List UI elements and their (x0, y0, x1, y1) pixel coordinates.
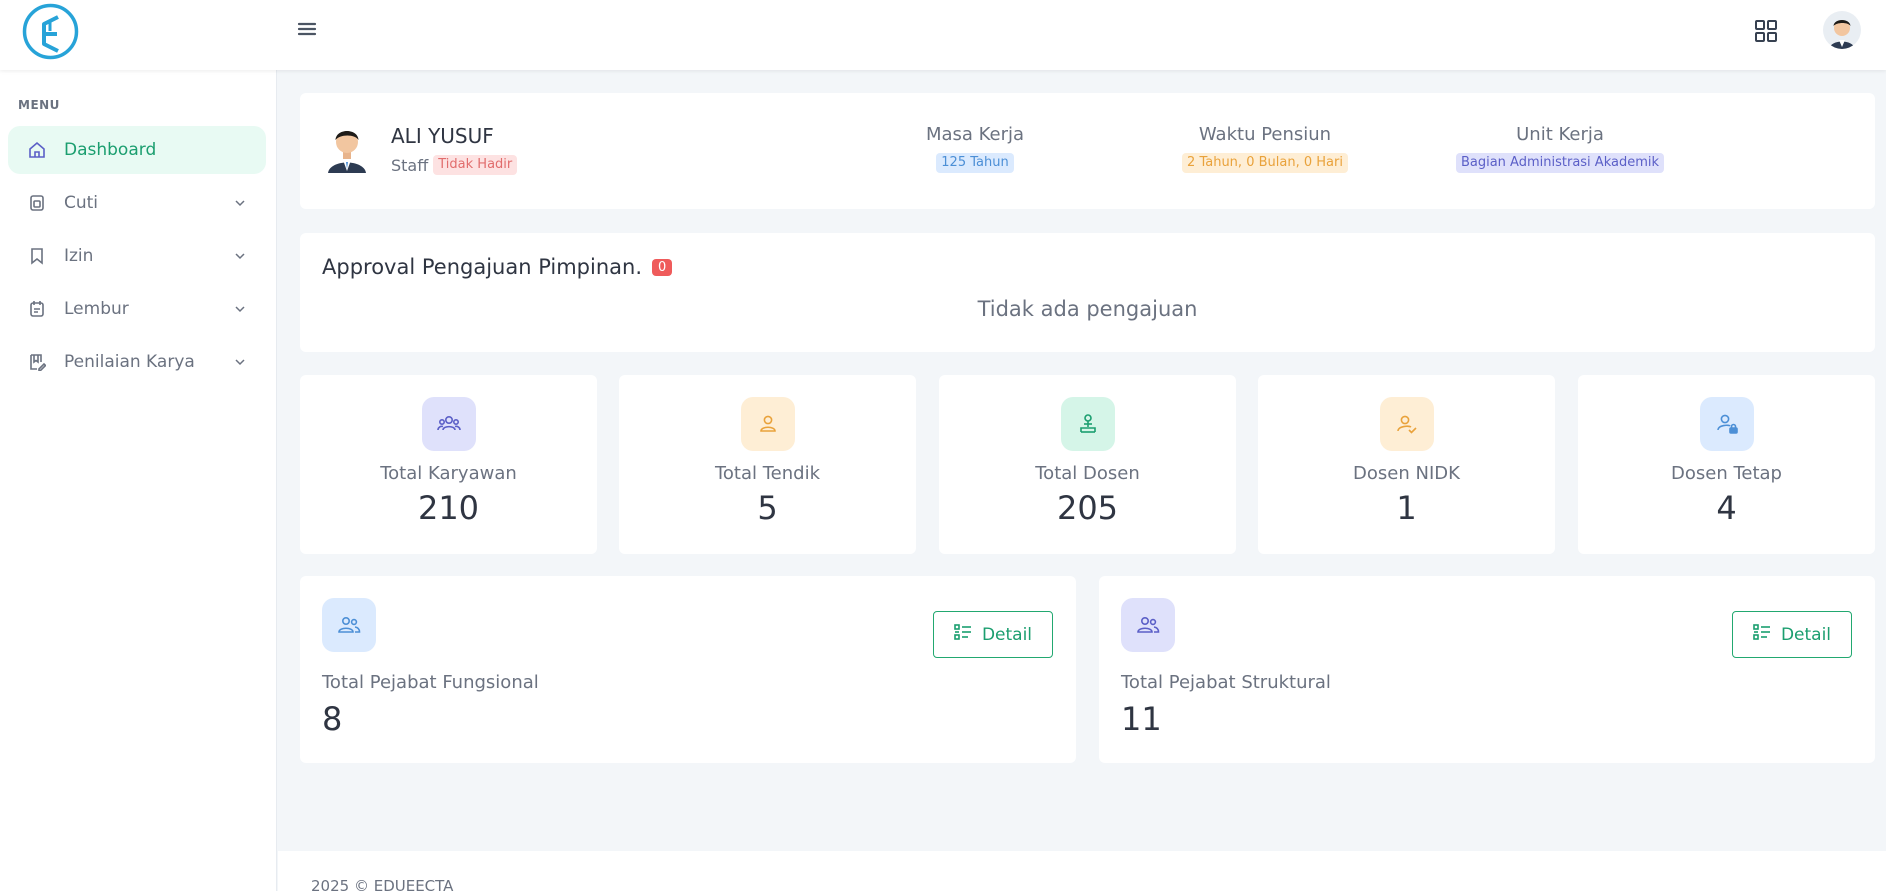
stat-value: 1 (1396, 489, 1417, 527)
approval-empty-text: Tidak ada pengajuan (977, 297, 1198, 321)
detail-button[interactable]: Detail (933, 611, 1053, 658)
grid-icon[interactable] (1753, 18, 1779, 44)
edueecta-logo-icon[interactable] (22, 3, 79, 60)
users-icon (322, 598, 376, 652)
user-avatar[interactable] (1823, 11, 1861, 49)
profile-role-row: Staff Tidak Hadir (391, 155, 518, 175)
stat-label: Dosen NIDK (1353, 463, 1460, 484)
chevron-down-icon (234, 356, 246, 368)
calendar-icon (28, 194, 46, 212)
teacher-icon (1060, 397, 1115, 451)
topbar (0, 0, 1886, 70)
book-edit-icon (28, 353, 46, 371)
footer-bar (278, 851, 1886, 891)
pejabat-value: 11 (1121, 700, 1162, 738)
profile-name: ALI YUSUF (391, 124, 494, 148)
unit-kerja: Unit Kerja Bagian Administrasi Akademik (1420, 124, 1700, 173)
pejabat-value: 8 (322, 700, 343, 738)
stat-value: 5 (757, 489, 778, 527)
user-icon (740, 397, 795, 451)
sidebar-item-cuti[interactable]: Cuti (8, 179, 266, 227)
sidebar-item-label: Penilaian Karya (64, 352, 195, 372)
stat-card-dosen-nidk: Dosen NIDK 1 (1258, 375, 1555, 554)
sidebar-item-dashboard[interactable]: Dashboard (8, 126, 266, 174)
sidebar-item-izin[interactable]: Izin (8, 232, 266, 280)
sidebar-item-penilaian-karya[interactable]: Penilaian Karya (8, 338, 266, 386)
approval-title-row: Approval Pengajuan Pimpinan. 0 (322, 255, 673, 279)
waktu-pensiun-badge: 2 Tahun, 0 Bulan, 0 Hari (1182, 153, 1348, 173)
stat-label: Dosen Tetap (1671, 463, 1782, 484)
users-icon (1121, 598, 1175, 652)
home-icon (28, 141, 46, 159)
clipboard-icon (28, 300, 46, 318)
chevron-down-icon (234, 197, 246, 209)
sidebar: MENU Dashboard Cuti Izin Lembur Penilaia… (0, 70, 277, 891)
user-lock-icon (1699, 397, 1754, 451)
sidebar-item-label: Lembur (64, 299, 129, 319)
pejabat-label: Total Pejabat Struktural (1121, 672, 1331, 693)
masa-kerja-badge: 125 Tahun (936, 153, 1014, 173)
stat-card-total-tendik: Total Tendik 5 (619, 375, 916, 554)
detail-button[interactable]: Detail (1732, 611, 1852, 658)
profile-role: Staff (391, 155, 429, 175)
stat-card-dosen-tetap: Dosen Tetap 4 (1578, 375, 1875, 554)
profile-avatar (326, 121, 368, 173)
pejabat-fungsional-card: Total Pejabat Fungsional 8 Detail (300, 576, 1076, 763)
stat-card-total-karyawan: Total Karyawan 210 (300, 375, 597, 554)
sidebar-nav: Dashboard Cuti Izin Lembur Penilaian Kar… (8, 126, 266, 391)
approval-count-badge: 0 (652, 258, 673, 276)
unit-kerja-badge: Bagian Administrasi Akademik (1455, 153, 1665, 173)
approval-title: Approval Pengajuan Pimpinan. (322, 255, 643, 279)
detail-button-label: Detail (981, 624, 1033, 645)
chevron-down-icon (234, 250, 246, 262)
list-icon (1753, 624, 1771, 645)
detail-button-label: Detail (1780, 624, 1832, 645)
chevron-down-icon (234, 303, 246, 315)
status-badge: Tidak Hadir (433, 155, 518, 175)
sidebar-item-label: Cuti (64, 193, 99, 213)
list-icon (954, 624, 972, 645)
menu-title: MENU (18, 98, 60, 112)
hamburger-icon[interactable] (296, 18, 318, 40)
stat-label: Total Tendik (714, 463, 821, 484)
pejabat-struktural-card: Total Pejabat Struktural 11 Detail (1099, 576, 1875, 763)
users-icon (421, 397, 476, 451)
waktu-pensiun: Waktu Pensiun 2 Tahun, 0 Bulan, 0 Hari (1140, 124, 1390, 173)
user-check-icon (1379, 397, 1434, 451)
stat-value: 4 (1716, 489, 1737, 527)
unit-kerja-label: Unit Kerja (1516, 124, 1604, 145)
masa-kerja: Masa Kerja 125 Tahun (860, 124, 1090, 173)
stat-value: 210 (417, 489, 480, 527)
profile-card: ALI YUSUF Staff Tidak Hadir Masa Kerja 1… (300, 93, 1875, 209)
stat-label: Total Dosen (1035, 463, 1140, 484)
masa-kerja-label: Masa Kerja (925, 124, 1025, 145)
sidebar-item-label: Dashboard (64, 140, 157, 160)
stat-value: 205 (1056, 489, 1119, 527)
sidebar-item-lembur[interactable]: Lembur (8, 285, 266, 333)
pejabat-label: Total Pejabat Fungsional (322, 672, 539, 693)
approval-card: Approval Pengajuan Pimpinan. 0 Tidak ada… (300, 233, 1875, 352)
footer-text: 2025 © EDUEECTA (311, 877, 454, 891)
stat-label: Total Karyawan (380, 463, 517, 484)
stat-card-total-dosen: Total Dosen 205 (939, 375, 1236, 554)
waktu-pensiun-label: Waktu Pensiun (1198, 124, 1332, 145)
sidebar-item-label: Izin (64, 246, 94, 266)
bookmark-icon (28, 247, 46, 265)
